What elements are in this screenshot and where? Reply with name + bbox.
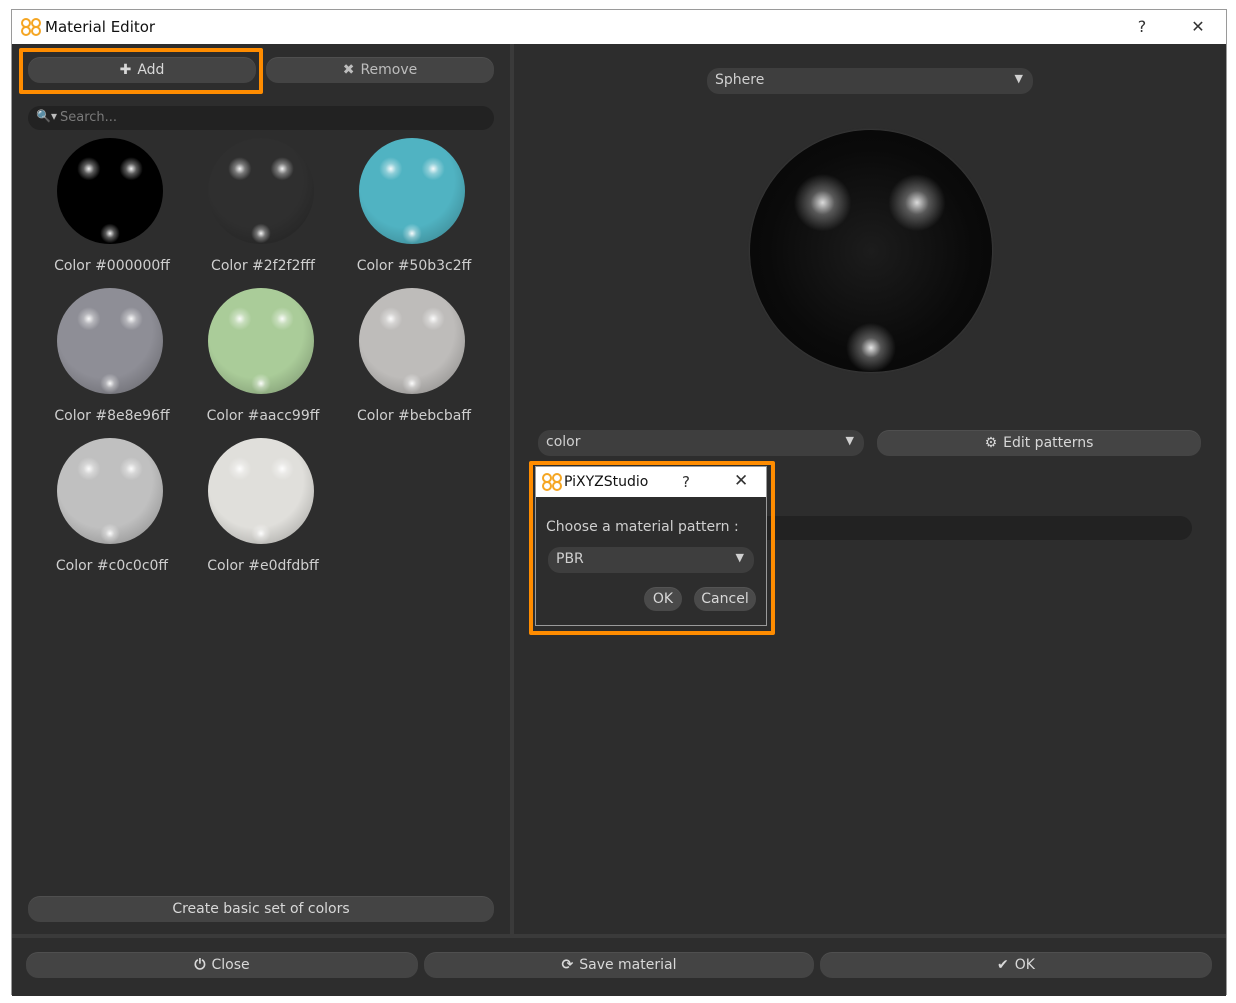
material-thumbnail xyxy=(57,138,163,244)
material-item[interactable]: Color #000000ff xyxy=(37,138,187,288)
window-title: Material Editor xyxy=(45,18,156,36)
close-button-label: Close xyxy=(211,957,250,973)
remove-button[interactable]: ✖ Remove xyxy=(266,57,494,83)
material-item[interactable]: Color #aacc99ff xyxy=(188,288,338,438)
material-label: Color #2f2f2fff xyxy=(211,258,315,274)
material-label: Color #aacc99ff xyxy=(206,408,320,424)
save-material-label: Save material xyxy=(579,957,677,973)
search-placeholder: Search... xyxy=(60,110,118,125)
add-button[interactable]: ✚ Add xyxy=(28,57,256,83)
search-icon: 🔍▾ xyxy=(36,109,57,123)
close-button[interactable]: ⏻ Close xyxy=(26,952,418,978)
pixyz-logo-icon xyxy=(21,18,41,36)
dialog-title: PiXYZStudio xyxy=(564,474,649,490)
material-label: Color #bebcbaff xyxy=(357,408,471,424)
material-item[interactable]: Color #e0dfdbff xyxy=(188,438,338,588)
material-thumbnail xyxy=(208,138,314,244)
dialog-close-button[interactable]: ✕ xyxy=(734,471,748,491)
material-list-panel: ✚ Add ✖ Remove 🔍▾ Search... Color #000000f… xyxy=(12,44,510,934)
dialog-title-bar: PiXYZStudio ? ✕ xyxy=(536,467,766,497)
bottom-action-bar: ⏻ Close ⟳ Save material ✔ OK xyxy=(12,934,1226,996)
dialog-prompt: Choose a material pattern : xyxy=(546,519,739,535)
material-label: Color #e0dfdbff xyxy=(207,558,319,574)
ok-button-label: OK xyxy=(1014,957,1035,973)
pattern-value: color xyxy=(546,434,581,450)
power-icon: ⏻ xyxy=(194,957,206,973)
material-label: Color #000000ff xyxy=(54,258,170,274)
material-pattern-select[interactable]: PBR ▼ xyxy=(548,547,754,573)
preview-shape-value: Sphere xyxy=(715,72,765,88)
property-bar xyxy=(752,516,1192,540)
material-label: Color #50b3c2ff xyxy=(356,258,472,274)
edit-patterns-label: Edit patterns xyxy=(1003,435,1094,451)
ok-button[interactable]: ✔ OK xyxy=(820,952,1212,978)
material-thumbnail xyxy=(57,438,163,544)
chevron-down-icon: ▼ xyxy=(1014,72,1023,85)
add-button-label: Add xyxy=(137,62,165,78)
dialog-cancel-button[interactable]: Cancel xyxy=(694,587,756,611)
edit-patterns-button[interactable]: ⚙ Edit patterns xyxy=(877,430,1201,456)
material-thumbnail xyxy=(208,288,314,394)
chevron-down-icon: ▼ xyxy=(735,551,744,564)
close-window-button[interactable]: ✕ xyxy=(1184,16,1212,38)
material-item[interactable]: Color #bebcbaff xyxy=(339,288,489,438)
search-input[interactable]: 🔍▾ Search... xyxy=(28,106,494,130)
material-thumbnail xyxy=(359,138,465,244)
save-material-button[interactable]: ⟳ Save material xyxy=(424,952,814,978)
preview-shape-select[interactable]: Sphere ▼ xyxy=(707,68,1033,94)
title-bar: Material Editor ? ✕ xyxy=(12,10,1226,44)
material-thumbnail xyxy=(359,288,465,394)
material-item[interactable]: Color #c0c0c0ff xyxy=(37,438,187,588)
material-label: Color #c0c0c0ff xyxy=(55,558,169,574)
dialog-help-button[interactable]: ? xyxy=(682,473,690,491)
chevron-down-icon: ▼ xyxy=(845,434,854,447)
gear-icon: ⚙ xyxy=(984,435,998,451)
material-preview-sphere xyxy=(750,130,992,372)
material-pattern-value: PBR xyxy=(556,551,584,567)
pixyz-logo-icon xyxy=(542,473,562,491)
dialog-ok-button[interactable]: OK xyxy=(644,587,682,611)
pattern-select[interactable]: color ▼ xyxy=(538,430,864,456)
material-item[interactable]: Color #50b3c2ff xyxy=(339,138,489,288)
plus-icon: ✚ xyxy=(119,62,132,78)
create-basic-colors-button[interactable]: Create basic set of colors xyxy=(28,896,494,922)
help-button[interactable]: ? xyxy=(1128,16,1156,38)
material-thumbnail xyxy=(208,438,314,544)
x-icon: ✖ xyxy=(342,62,355,78)
remove-button-label: Remove xyxy=(360,62,418,78)
material-label: Color #8e8e96ff xyxy=(54,408,170,424)
material-thumbnail xyxy=(57,288,163,394)
refresh-icon: ⟳ xyxy=(561,957,574,973)
check-icon: ✔ xyxy=(997,957,1009,973)
choose-pattern-dialog: PiXYZStudio ? ✕ Choose a material patter… xyxy=(535,466,767,626)
material-item[interactable]: Color #2f2f2fff xyxy=(188,138,338,288)
material-item[interactable]: Color #8e8e96ff xyxy=(37,288,187,438)
